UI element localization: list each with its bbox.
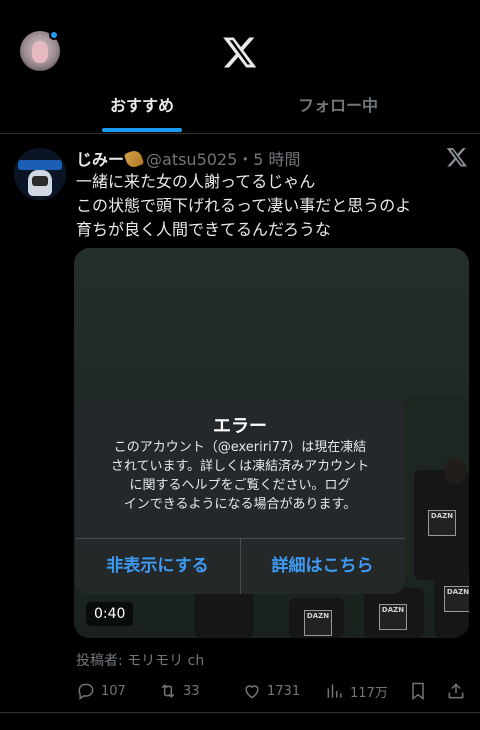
bookmark-button[interactable] xyxy=(408,680,433,702)
avatar-face xyxy=(32,41,48,63)
reply-icon xyxy=(78,683,94,700)
avatar-band xyxy=(18,160,62,170)
dialog-message-line: このアカウント（@exeriri77）は現在凍結 xyxy=(113,440,367,455)
x-logo-icon xyxy=(223,37,257,68)
views-chart-icon xyxy=(327,684,342,698)
dialog-message: このアカウント（@exeriri77）は現在凍結 されています。詳しくは凍結済み… xyxy=(91,438,389,514)
repost-count: 33 xyxy=(183,683,200,699)
repost-button[interactable]: 33 xyxy=(158,680,200,702)
like-count: 1731 xyxy=(267,683,301,699)
reply-count: 107 xyxy=(101,683,126,699)
share-button[interactable] xyxy=(446,680,471,702)
dialog-title: エラー xyxy=(213,416,267,437)
error-dialog: エラー このアカウント（@exeriri77）は現在凍結 されています。詳しくは… xyxy=(75,398,405,594)
post-actions: 107 33 1731 117万 xyxy=(0,676,480,706)
tab-following[interactable]: フォロー中 xyxy=(268,92,408,120)
reply-button[interactable]: 107 xyxy=(76,680,126,702)
post-divider xyxy=(0,712,480,713)
dialog-message-line: インできるようになる場合があります。 xyxy=(123,497,357,512)
post-text: 一緒に来た女の人謝ってるじゃん この状態で頭下げれるって凄い事だと思うのよ 育ち… xyxy=(76,170,466,242)
avatar-figure-detail xyxy=(32,176,48,186)
repost-icon xyxy=(161,684,175,698)
post-text-line: 育ちが良く人間できてるんだろうな xyxy=(76,220,332,239)
active-tab-indicator xyxy=(102,128,182,132)
heart-icon xyxy=(245,685,259,699)
post-text-line: 一緒に来た女の人謝ってるじゃん xyxy=(76,172,316,191)
emoji-badge-icon xyxy=(123,148,145,170)
post-header: じみー @atsu5025・5 時間 xyxy=(76,146,301,170)
author-name[interactable]: じみー xyxy=(76,150,124,169)
bookmark-icon xyxy=(412,682,424,700)
details-button[interactable]: 詳細はこちら xyxy=(240,539,405,594)
hide-button[interactable]: 非表示にする xyxy=(75,539,240,594)
video-duration: 0:40 xyxy=(86,602,134,626)
share-icon xyxy=(448,683,464,699)
tab-recommended[interactable]: おすすめ xyxy=(82,92,202,120)
views-button[interactable]: 117万 xyxy=(325,680,388,702)
author-handle-time[interactable]: @atsu5025・5 時間 xyxy=(146,150,301,169)
views-count: 117万 xyxy=(350,685,388,701)
top-header: おすすめ フォロー中 xyxy=(0,0,480,134)
dialog-message-line: に関するヘルプをご覧ください。ログ xyxy=(129,478,351,493)
x-logo-icon[interactable] xyxy=(446,146,468,168)
post-author-avatar[interactable] xyxy=(14,148,66,200)
poster-credit: 投稿者: モリモリ ch xyxy=(76,653,205,669)
post-text-line: この状態で頭下げれるって凄い事だと思うのよ xyxy=(76,196,412,215)
dialog-message-line: されています。詳しくは凍結済みアカウント xyxy=(110,459,370,474)
notification-dot xyxy=(49,30,59,40)
like-button[interactable]: 1731 xyxy=(242,680,300,702)
